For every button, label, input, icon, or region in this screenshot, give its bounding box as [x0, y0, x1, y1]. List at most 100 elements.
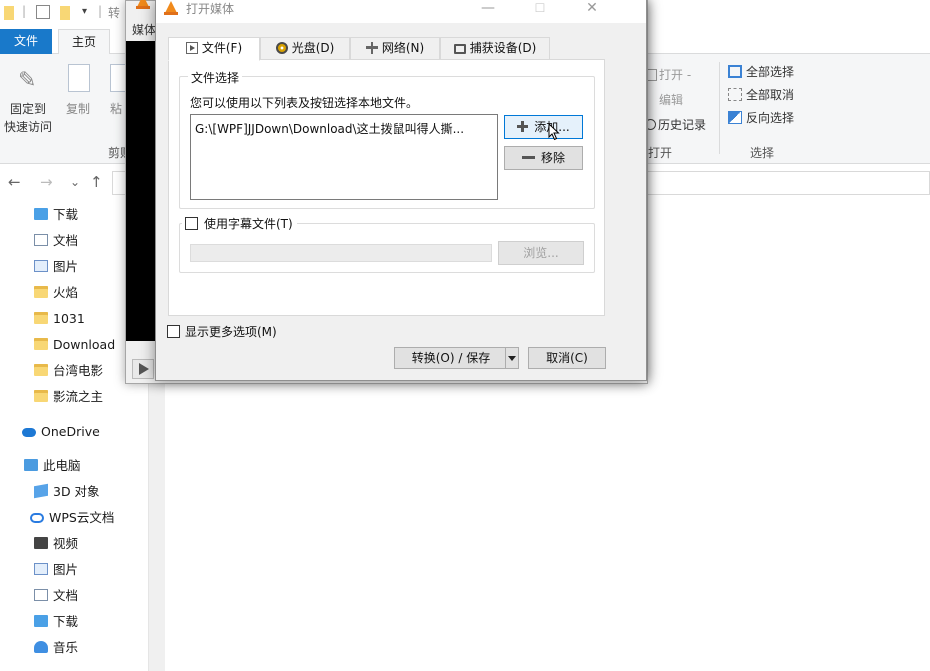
tree-item-label: 火焰: [53, 285, 79, 300]
properties-check-icon[interactable]: [36, 5, 50, 19]
up-arrow-icon[interactable]: ↑: [90, 173, 103, 191]
tree-item[interactable]: Download: [34, 335, 115, 355]
paste-label[interactable]: 粘: [110, 100, 122, 117]
tab-file[interactable]: 文件: [0, 29, 52, 54]
menu-media[interactable]: 媒体: [126, 19, 156, 41]
pictures-icon: [34, 260, 48, 272]
convert-dropdown-arrow-icon[interactable]: [505, 347, 519, 369]
copy-label[interactable]: 复制: [66, 100, 90, 117]
add-file-button[interactable]: 添加...: [504, 115, 583, 139]
tree-item[interactable]: 3D 对象: [34, 482, 100, 502]
tree-item[interactable]: 文档: [34, 231, 78, 251]
tree-item[interactable]: 视频: [34, 534, 78, 554]
tree-item[interactable]: 火焰: [34, 283, 78, 303]
tree-item[interactable]: 1031: [34, 309, 85, 329]
select-none-label: 全部取消: [746, 88, 795, 102]
copy-icon[interactable]: [68, 64, 90, 92]
pictures-icon: [34, 563, 48, 575]
dialog-titlebar[interactable]: 打开媒体 — ☐ ✕: [156, 0, 646, 23]
tree-item[interactable]: 文档: [34, 586, 78, 606]
wps-cloud-icon: [30, 513, 44, 523]
vlc-cone-icon: [136, 0, 150, 9]
select-none-button[interactable]: 全部取消: [728, 86, 794, 103]
tree-item-label: 下载: [53, 614, 79, 629]
edit-icon: [647, 92, 657, 104]
tab-disc-label: 光盘(D): [291, 41, 335, 55]
invert-selection-button[interactable]: 反向选择: [728, 109, 794, 126]
select-none-icon: [728, 88, 742, 101]
more-options-checkbox[interactable]: [167, 325, 180, 338]
select-all-label: 全部选择: [746, 65, 795, 79]
remove-button-label: 移除: [540, 151, 565, 165]
tree-item[interactable]: 下载: [34, 612, 78, 632]
tab-home[interactable]: 主页: [58, 29, 110, 54]
pin-icon[interactable]: ✎: [18, 68, 36, 93]
tree-item[interactable]: OneDrive: [22, 422, 100, 442]
maximize-button[interactable]: ☐: [520, 0, 560, 19]
tree-item[interactable]: 此电脑: [24, 456, 81, 476]
tree-item[interactable]: 影流之主: [34, 387, 103, 407]
capture-device-icon: [453, 44, 466, 54]
tree-item-label: 此电脑: [43, 458, 81, 473]
close-button[interactable]: ✕: [572, 0, 612, 19]
tree-item-label: Download: [53, 337, 116, 352]
tree-item-label: OneDrive: [41, 424, 100, 439]
subtitle-path-field: [190, 244, 492, 262]
minimize-button[interactable]: —: [468, 0, 508, 19]
subtitle-checkbox[interactable]: [185, 217, 198, 230]
folder-icon: [34, 390, 48, 402]
qat-dropdown-icon[interactable]: ▾: [82, 6, 87, 17]
convert-save-button[interactable]: 转换(O) / 保存: [394, 347, 507, 369]
folder-icon: [34, 312, 48, 324]
tab-disc[interactable]: 光盘(D): [260, 37, 350, 60]
select-all-button[interactable]: 全部选择: [728, 63, 794, 80]
pin-label-line1[interactable]: 固定到: [10, 100, 46, 117]
file-list[interactable]: G:\[WPF]JJDown\Download\这土拨鼠叫得人撕...: [190, 114, 498, 200]
tab-network[interactable]: 网络(N): [350, 37, 440, 60]
file-selection-hint: 您可以使用以下列表及按钮选择本地文件。: [190, 96, 419, 110]
pin-label-line2[interactable]: 快速访问: [4, 118, 52, 135]
browse-subtitle-button: 浏览...: [498, 241, 584, 265]
documents-icon: [34, 234, 48, 246]
window-title: 转: [108, 6, 121, 20]
tree-item-label: 台湾电影: [53, 363, 104, 378]
tab-capture-device[interactable]: 捕获设备(D): [440, 37, 550, 60]
edit-button[interactable]: 编辑: [647, 91, 683, 108]
recent-locations-icon[interactable]: ⌄: [70, 175, 80, 189]
open-media-dialog: 打开媒体 — ☐ ✕ 文件(F) 光盘(D) 网络(N) 捕获设备(D) 文件选…: [155, 0, 647, 381]
download-folder-icon: [34, 208, 48, 220]
invert-selection-label: 反向选择: [746, 111, 795, 125]
tree-item-label: 文档: [53, 588, 79, 603]
back-arrow-icon[interactable]: ←: [8, 173, 21, 191]
tree-item[interactable]: 图片: [34, 560, 78, 580]
tree-item[interactable]: 音乐: [34, 638, 78, 658]
folder-icon: [34, 364, 48, 376]
select-group-label: 选择: [750, 146, 775, 160]
tree-item-label: WPS云文档: [49, 510, 115, 525]
new-folder-icon[interactable]: [60, 6, 70, 20]
folder-icon: [4, 6, 14, 20]
tree-item-label: 视频: [53, 536, 79, 551]
videos-icon: [34, 537, 48, 549]
tree-item-label: 图片: [53, 259, 79, 274]
ribbon-separator: [719, 62, 720, 154]
tree-item-label: 图片: [53, 562, 79, 577]
open-button[interactable]: 打开 -: [647, 66, 691, 83]
remove-file-button[interactable]: 移除: [504, 146, 583, 170]
history-button[interactable]: 历史记录: [645, 116, 706, 133]
tree-item[interactable]: 下载: [34, 205, 78, 225]
file-list-item[interactable]: G:\[WPF]JJDown\Download\这土拨鼠叫得人撕...: [195, 120, 464, 137]
documents-icon: [34, 589, 48, 601]
tree-item[interactable]: 台湾电影: [34, 361, 103, 381]
file-selection-group: 文件选择 您可以使用以下列表及按钮选择本地文件。 G:\[WPF]JJDown\…: [179, 69, 595, 209]
play-button[interactable]: [132, 359, 154, 379]
subtitle-checkbox-row[interactable]: 使用字幕文件(T): [182, 215, 297, 232]
forward-arrow-icon[interactable]: →: [40, 173, 53, 191]
cancel-button[interactable]: 取消(C): [528, 347, 606, 369]
tab-file[interactable]: 文件(F): [168, 37, 260, 61]
tree-item-label: 下载: [53, 207, 79, 222]
tree-item[interactable]: 图片: [34, 257, 78, 277]
minus-icon: [521, 156, 535, 159]
more-options-row[interactable]: 显示更多选项(M): [167, 323, 277, 340]
tree-item[interactable]: WPS云文档: [30, 508, 114, 528]
